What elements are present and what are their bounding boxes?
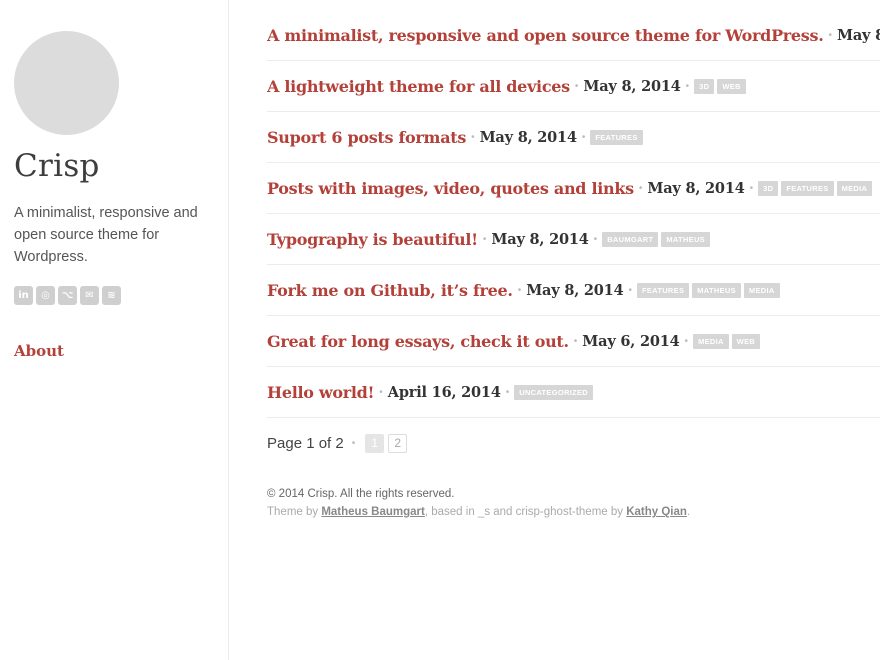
post-row: Posts with images, video, quotes and lin… [267, 163, 880, 214]
footer: © 2014 Crisp. All the rights reserved. T… [267, 485, 880, 521]
post-date: May 8, 2014 [647, 179, 745, 197]
separator-dot: • [749, 182, 754, 194]
post-row: Great for long essays, check it out. • May… [267, 316, 880, 367]
separator-dot: • [517, 284, 522, 296]
post-title-link[interactable]: A lightweight theme for all devices [267, 77, 570, 96]
post-tag[interactable]: FEATURES [590, 129, 643, 145]
author2-link[interactable]: Kathy Qian [626, 506, 687, 518]
post-title-link[interactable]: Great for long essays, check it out. [267, 332, 569, 351]
post-tag[interactable]: FEATURES [636, 282, 690, 298]
post-tag[interactable]: MEDIA [693, 333, 729, 349]
post-title-link[interactable]: Fork me on Github, it’s free. [267, 281, 513, 300]
nav-about-link[interactable]: About [14, 342, 64, 360]
linkedin-icon[interactable]: in [14, 286, 33, 305]
page-button-1[interactable]: 1 [365, 434, 385, 453]
rss-icon[interactable]: ≋ [102, 286, 121, 305]
separator-dot: • [471, 131, 475, 143]
post-tag[interactable]: 3D [758, 180, 779, 196]
post-date: May 6, 2014 [582, 332, 680, 350]
post-tag[interactable]: WEB [731, 333, 761, 349]
separator-dot: • [573, 335, 578, 347]
post-tag[interactable]: MEDIA [743, 282, 780, 298]
post-tag[interactable]: FEATURES [781, 180, 834, 196]
separator-dot: • [638, 182, 643, 194]
email-icon[interactable]: ✉ [80, 286, 99, 305]
post-title-link[interactable]: Hello world! [267, 383, 375, 402]
post-date: May 8, 2014 [479, 128, 577, 146]
separator-dot: • [685, 80, 690, 92]
post-title-link[interactable]: Posts with images, video, quotes and lin… [267, 179, 634, 198]
post-date: May 8, 2014 [837, 26, 880, 44]
separator-dot: • [482, 233, 487, 245]
author-link[interactable]: Matheus Baumgart [321, 506, 425, 518]
post-tag[interactable]: UNCATEGORIZED [514, 384, 593, 400]
post-date: May 8, 2014 [526, 281, 624, 299]
separator-dot: • [351, 438, 356, 449]
post-row: Typography is beautiful! • May 8, 2014 • BAU… [267, 214, 880, 265]
separator-dot: • [574, 80, 579, 92]
separator-dot: • [379, 386, 383, 398]
github-icon[interactable]: ⌥ [58, 286, 77, 305]
post-row: Suport 6 posts formats • May 8, 2014 • FEATU… [267, 112, 880, 163]
post-tag[interactable]: MEDIA [836, 180, 873, 196]
separator-dot: • [628, 284, 632, 296]
page-label: Page 1 of 2 [267, 435, 344, 452]
separator-dot: • [505, 386, 510, 398]
copyright: © 2014 Crisp. All the rights reserved. [267, 488, 455, 500]
post-title-link[interactable]: Typography is beautiful! [267, 230, 478, 249]
post-tag[interactable]: WEB [717, 78, 746, 94]
separator-dot: • [684, 335, 689, 347]
separator-dot: • [593, 233, 598, 245]
page-button-2[interactable]: 2 [388, 434, 408, 453]
sidebar: Crisp A minimalist, responsive and open … [0, 0, 229, 660]
post-title-link[interactable]: Suport 6 posts formats [267, 128, 466, 147]
separator-dot: • [828, 29, 833, 41]
post-tag[interactable]: BAUMGART [602, 231, 659, 247]
post-tag[interactable]: 3D [694, 78, 715, 94]
post-row: Fork me on Github, it’s free. • May 8, 201… [267, 265, 880, 316]
post-date: May 8, 2014 [583, 77, 681, 95]
site-description: A minimalist, responsive and open source… [14, 205, 198, 265]
post-row: Hello world! • April 16, 2014 • UNCATEGORIZE… [267, 367, 880, 418]
social-links: in ◎ ⌥ ✉ ≋ [14, 286, 121, 305]
post-list: A minimalist, responsive and open source… [267, 0, 880, 521]
instagram-icon[interactable]: ◎ [36, 286, 55, 305]
avatar[interactable] [14, 31, 119, 135]
post-tag[interactable]: MATHEUS [661, 231, 710, 247]
post-title-link[interactable]: A minimalist, responsive and open source… [267, 26, 824, 45]
post-date: April 16, 2014 [387, 383, 501, 401]
separator-dot: • [581, 131, 586, 143]
post-row: A minimalist, responsive and open source… [267, 10, 880, 61]
credits: Theme by Matheus Baumgart, based in _s a… [267, 506, 691, 518]
post-row: A lightweight theme for all devices • May … [267, 61, 880, 112]
site-title[interactable]: Crisp [14, 148, 100, 184]
pagination: Page 1 of 2 • 12 [267, 434, 880, 453]
post-date: May 8, 2014 [491, 230, 589, 248]
post-tag[interactable]: MATHEUS [692, 282, 741, 298]
